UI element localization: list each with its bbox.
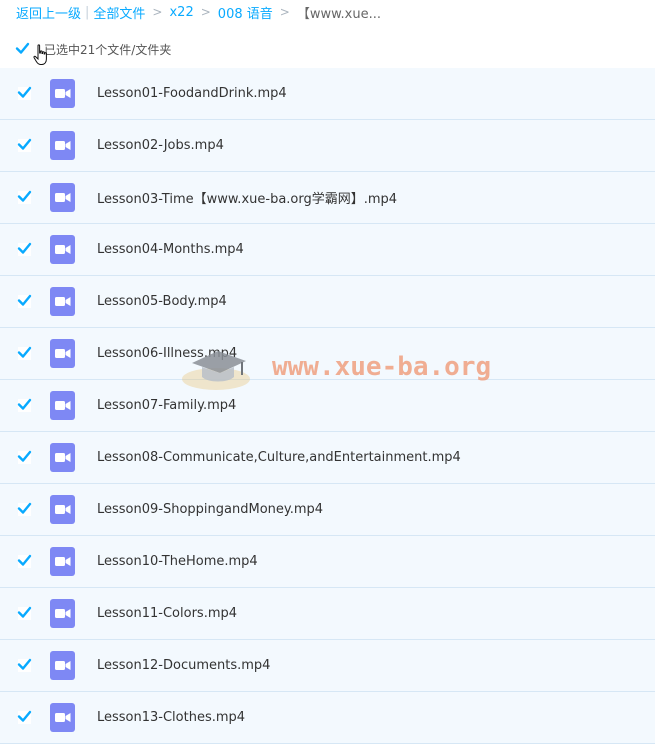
file-row[interactable]: Lesson08-Communicate,Culture,andEntertai… [0,432,655,484]
checkmark-icon [17,398,32,410]
breadcrumb-folder-008[interactable]: 008 语音 [218,3,273,22]
checkmark-icon [17,242,32,254]
file-checkbox[interactable] [17,294,32,308]
file-row[interactable]: Lesson13-Clothes.mp4 [0,692,655,744]
checkmark-icon [17,658,32,670]
breadcrumb-folder-x22[interactable]: x22 [169,5,193,20]
video-camera-icon [55,453,71,462]
file-row[interactable]: Lesson07-Family.mp4 [0,380,655,432]
video-file-icon [50,287,75,316]
checkmark-icon [17,606,32,618]
video-camera-icon [55,505,71,514]
back-link[interactable]: 返回上一级 [16,3,81,22]
video-camera-icon [55,89,71,98]
video-camera-icon [55,297,71,306]
file-name[interactable]: Lesson02-Jobs.mp4 [97,138,224,153]
checkmark-icon [17,138,32,150]
file-row[interactable]: Lesson11-Colors.mp4 [0,588,655,640]
file-checkbox[interactable] [17,86,32,100]
file-name[interactable]: Lesson12-Documents.mp4 [97,658,270,673]
file-row[interactable]: Lesson10-TheHome.mp4 [0,536,655,588]
checkmark-icon [17,554,32,566]
file-checkbox[interactable] [17,606,32,620]
file-row[interactable]: Lesson05-Body.mp4 [0,276,655,328]
file-name[interactable]: Lesson06-Illness.mp4 [97,346,237,361]
chevron-right-icon: > [152,5,163,19]
video-file-icon [50,131,75,160]
file-name[interactable]: Lesson10-TheHome.mp4 [97,554,258,569]
video-file-icon [50,547,75,576]
file-name[interactable]: Lesson05-Body.mp4 [97,294,227,309]
checkmark-icon [17,450,32,462]
file-row[interactable]: Lesson06-Illness.mp4 [0,328,655,380]
file-name[interactable]: Lesson09-ShoppingandMoney.mp4 [97,502,323,517]
all-files-link[interactable]: 全部文件 [93,3,145,22]
video-file-icon [50,599,75,628]
breadcrumb-divider: | [85,4,90,20]
video-file-icon [50,651,75,680]
file-name[interactable]: Lesson11-Colors.mp4 [97,606,237,621]
file-checkbox[interactable] [17,242,32,256]
video-file-icon [50,79,75,108]
video-file-icon [50,183,75,212]
checkmark-icon [17,190,32,202]
select-all-checkbox[interactable] [15,42,30,56]
breadcrumb: 返回上一级 | 全部文件 > x22 > 008 语音 > 【www.xue..… [16,3,381,22]
video-file-icon [50,495,75,524]
file-checkbox[interactable] [17,398,32,412]
video-camera-icon [55,193,71,202]
breadcrumb-current-folder: 【www.xue... [296,6,381,22]
checkmark-icon [17,86,32,98]
video-file-icon [50,391,75,420]
video-file-icon [50,339,75,368]
file-name[interactable]: Lesson03-Time【www.xue-ba.org学霸网】.mp4 [97,188,397,207]
checkmark-icon [17,294,32,306]
video-file-icon [50,235,75,264]
file-checkbox[interactable] [17,138,32,152]
file-name[interactable]: Lesson04-Months.mp4 [97,242,244,257]
file-name[interactable]: Lesson01-FoodandDrink.mp4 [97,86,287,101]
checkmark-icon [15,42,30,54]
file-row[interactable]: Lesson12-Documents.mp4 [0,640,655,692]
video-camera-icon [55,661,71,670]
video-camera-icon [55,245,71,254]
checkmark-icon [17,346,32,358]
file-checkbox[interactable] [17,710,32,724]
checkmark-icon [17,710,32,722]
file-name[interactable]: Lesson13-Clothes.mp4 [97,710,245,725]
checkmark-icon [17,502,32,514]
file-row[interactable]: Lesson04-Months.mp4 [0,224,655,276]
file-checkbox[interactable] [17,554,32,568]
file-checkbox[interactable] [17,346,32,360]
file-row[interactable]: Lesson01-FoodandDrink.mp4 [0,68,655,120]
file-checkbox[interactable] [17,450,32,464]
file-row[interactable]: Lesson02-Jobs.mp4 [0,120,655,172]
video-camera-icon [55,349,71,358]
selection-count-label: 已选中21个文件/文件夹 [44,42,172,57]
video-camera-icon [55,401,71,410]
video-file-icon [50,443,75,472]
chevron-right-icon: > [200,5,211,19]
video-file-icon [50,703,75,732]
video-camera-icon [55,609,71,618]
file-row[interactable]: Lesson03-Time【www.xue-ba.org学霸网】.mp4 [0,172,655,224]
file-row[interactable]: Lesson09-ShoppingandMoney.mp4 [0,484,655,536]
file-checkbox[interactable] [17,190,32,204]
video-camera-icon [55,713,71,722]
hand-pointer-icon [33,44,47,65]
file-checkbox[interactable] [17,658,32,672]
video-camera-icon [55,557,71,566]
file-list: Lesson01-FoodandDrink.mp4 Lesson02-Jobs.m… [0,68,655,744]
video-camera-icon [55,141,71,150]
file-name[interactable]: Lesson08-Communicate,Culture,andEntertai… [97,450,461,465]
file-name[interactable]: Lesson07-Family.mp4 [97,398,236,413]
file-checkbox[interactable] [17,502,32,516]
chevron-right-icon: > [279,5,290,19]
